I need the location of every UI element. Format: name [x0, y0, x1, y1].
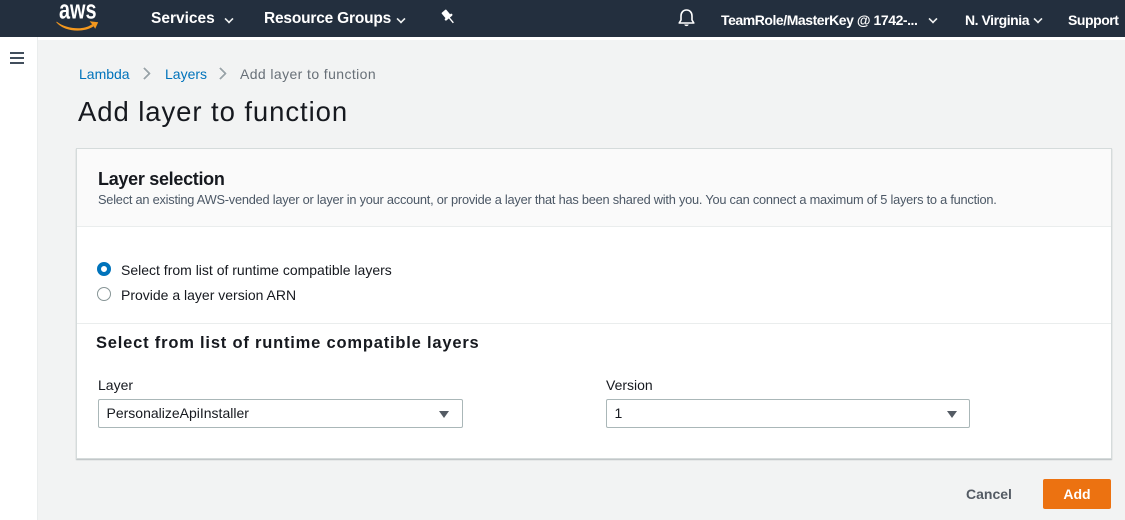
svg-text:aws: aws — [59, 2, 97, 25]
